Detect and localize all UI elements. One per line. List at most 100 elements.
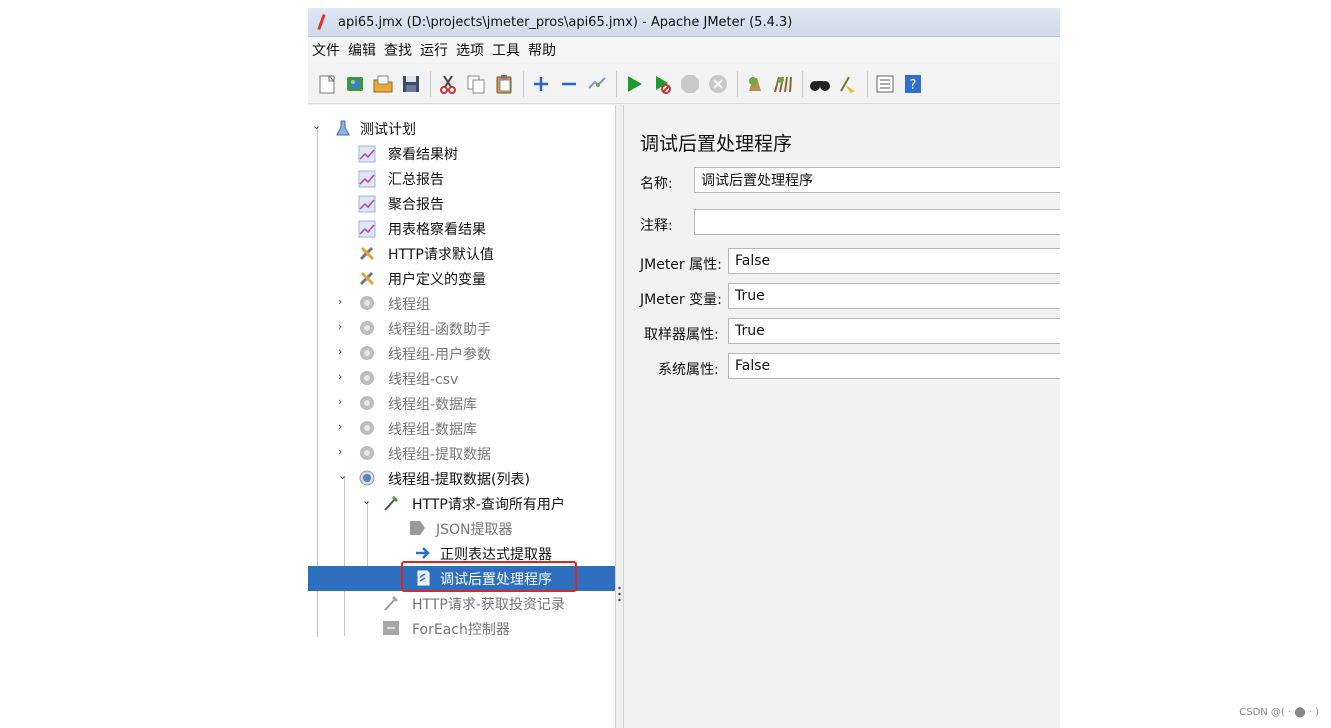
reset-search-icon[interactable] [837, 72, 859, 96]
system-properties-label: 系统属性: [658, 362, 719, 378]
sampler-properties-field[interactable] [728, 318, 1060, 344]
jmeter-properties-label: JMeter 属性: [640, 257, 722, 273]
comment-field[interactable] [694, 209, 1060, 235]
jmeter-properties-field[interactable] [728, 248, 1060, 274]
tree-item-label: 用表格察看结果 [388, 221, 486, 238]
tree-item-http-defaults[interactable]: HTTP请求默认值 [308, 241, 615, 266]
paste-icon[interactable] [493, 72, 515, 96]
save-icon[interactable] [400, 72, 422, 96]
tree-item-thread-group-list[interactable]: ⌄ 线程组-提取数据(列表) [308, 466, 615, 491]
tree-item-test-plan[interactable]: ⌄ 测试计划 [308, 116, 615, 141]
toolbar-separator [616, 70, 617, 97]
clear-all-icon[interactable] [772, 72, 794, 96]
annotation-highlight-box [401, 561, 577, 592]
copy-icon[interactable] [465, 72, 487, 96]
menu-file[interactable]: 文件 [308, 40, 344, 60]
help-icon[interactable]: ? [902, 72, 924, 96]
thread-group-icon [358, 369, 376, 387]
config-element-icon [358, 269, 376, 287]
chevron-right-icon[interactable]: › [338, 446, 348, 457]
tree-item-aggregate-report[interactable]: 聚合报告 [308, 191, 615, 216]
sampler-icon [382, 494, 400, 512]
chevron-down-icon[interactable]: ⌄ [362, 495, 372, 506]
new-icon[interactable] [316, 72, 338, 96]
name-field[interactable] [694, 167, 1060, 193]
name-label: 名称: [640, 176, 673, 192]
cut-icon[interactable] [437, 72, 459, 96]
tree-item-label: 线程组-数据库 [388, 396, 478, 413]
chevron-right-icon[interactable]: › [338, 371, 348, 382]
tree-item-view-results-table[interactable]: 用表格察看结果 [308, 216, 615, 241]
tree-item-label: 察看结果树 [388, 146, 458, 163]
tree-item-http-request-investments[interactable]: HTTP请求-获取投资记录 [308, 591, 615, 616]
title-bar: api65.jmx (D:\projects\jmeter_pros\api65… [308, 8, 1060, 37]
chevron-down-icon[interactable]: ⌄ [312, 120, 322, 131]
chevron-right-icon[interactable]: › [338, 296, 348, 307]
test-plan-icon [334, 119, 352, 137]
system-properties-field[interactable] [728, 353, 1060, 379]
clear-icon[interactable] [744, 72, 766, 96]
tree-item-label: 汇总报告 [388, 171, 444, 188]
open-icon[interactable] [372, 72, 394, 96]
menu-tools[interactable]: 工具 [488, 40, 524, 60]
menu-search[interactable]: 查找 [380, 40, 416, 60]
tree-item-thread-group[interactable]: › 线程组 [308, 291, 615, 316]
shutdown-icon[interactable] [707, 72, 729, 96]
pane-splitter[interactable] [615, 105, 624, 728]
tree-item-label: HTTP请求默认值 [388, 246, 494, 263]
tree-item-summary-report[interactable]: 汇总报告 [308, 166, 615, 191]
chevron-down-icon[interactable]: ⌄ [338, 470, 348, 481]
sampler-icon [382, 594, 400, 612]
tree-item-json-extractor[interactable]: JSON提取器 [308, 516, 615, 541]
regex-extractor-icon [414, 544, 432, 562]
thread-group-icon [358, 294, 376, 312]
templates-icon[interactable] [344, 72, 366, 96]
jmeter-feather-icon [316, 14, 328, 30]
tree-item-user-defined-variables[interactable]: 用户定义的变量 [308, 266, 615, 291]
chevron-right-icon[interactable]: › [338, 346, 348, 357]
toolbar-separator [867, 70, 868, 97]
tree-item-label: 线程组-提取数据 [388, 446, 492, 463]
svg-text:?: ? [910, 78, 917, 93]
tree-item-foreach-controller[interactable]: ForEach控制器 [308, 616, 615, 641]
tree-item-label: JSON提取器 [436, 521, 513, 538]
listener-icon [358, 145, 376, 163]
toolbar-separator [802, 70, 803, 97]
tree-item-label: 线程组-函数助手 [388, 321, 492, 338]
tree-item-thread-group[interactable]: › 线程组-函数助手 [308, 316, 615, 341]
json-extractor-icon [408, 519, 426, 537]
tree-item-label: 线程组-提取数据(列表) [388, 471, 530, 488]
toolbar-separator [737, 70, 738, 97]
thread-group-icon [358, 319, 376, 337]
jmeter-variables-field[interactable] [728, 283, 1060, 309]
expand-icon[interactable] [530, 72, 552, 96]
tree-item-thread-group[interactable]: › 线程组-数据库 [308, 391, 615, 416]
foreach-controller-icon [382, 619, 400, 637]
search-icon[interactable] [809, 72, 831, 96]
tree-item-thread-group[interactable]: › 线程组-csv [308, 366, 615, 391]
menu-run[interactable]: 运行 [416, 40, 452, 60]
chevron-right-icon[interactable]: › [338, 321, 348, 332]
menu-help[interactable]: 帮助 [524, 40, 560, 60]
tree-item-label: 线程组-csv [388, 371, 459, 388]
chevron-right-icon[interactable]: › [338, 421, 348, 432]
sampler-properties-label: 取样器属性: [644, 327, 719, 343]
start-icon[interactable] [623, 72, 645, 96]
menu-edit[interactable]: 编辑 [344, 40, 380, 60]
chevron-right-icon[interactable]: › [338, 396, 348, 407]
splitter-grip[interactable] [618, 585, 621, 603]
function-helper-icon[interactable] [874, 72, 896, 96]
menu-options[interactable]: 选项 [452, 40, 488, 60]
tree-item-thread-group[interactable]: › 线程组-提取数据 [308, 441, 615, 466]
config-element-icon [358, 244, 376, 262]
tree-item-thread-group[interactable]: › 线程组-用户参数 [308, 341, 615, 366]
collapse-icon[interactable] [558, 72, 580, 96]
toggle-icon[interactable] [586, 72, 608, 96]
stop-icon[interactable] [679, 72, 701, 96]
start-no-timers-icon[interactable] [651, 72, 673, 96]
tree-item-http-request-query-users[interactable]: ⌄ HTTP请求-查询所有用户 [308, 491, 615, 516]
window-title: api65.jmx (D:\projects\jmeter_pros\api65… [338, 14, 793, 30]
tree-item-thread-group[interactable]: › 线程组-数据库 [308, 416, 615, 441]
thread-group-icon [358, 394, 376, 412]
tree-item-view-results-tree[interactable]: 察看结果树 [308, 141, 615, 166]
